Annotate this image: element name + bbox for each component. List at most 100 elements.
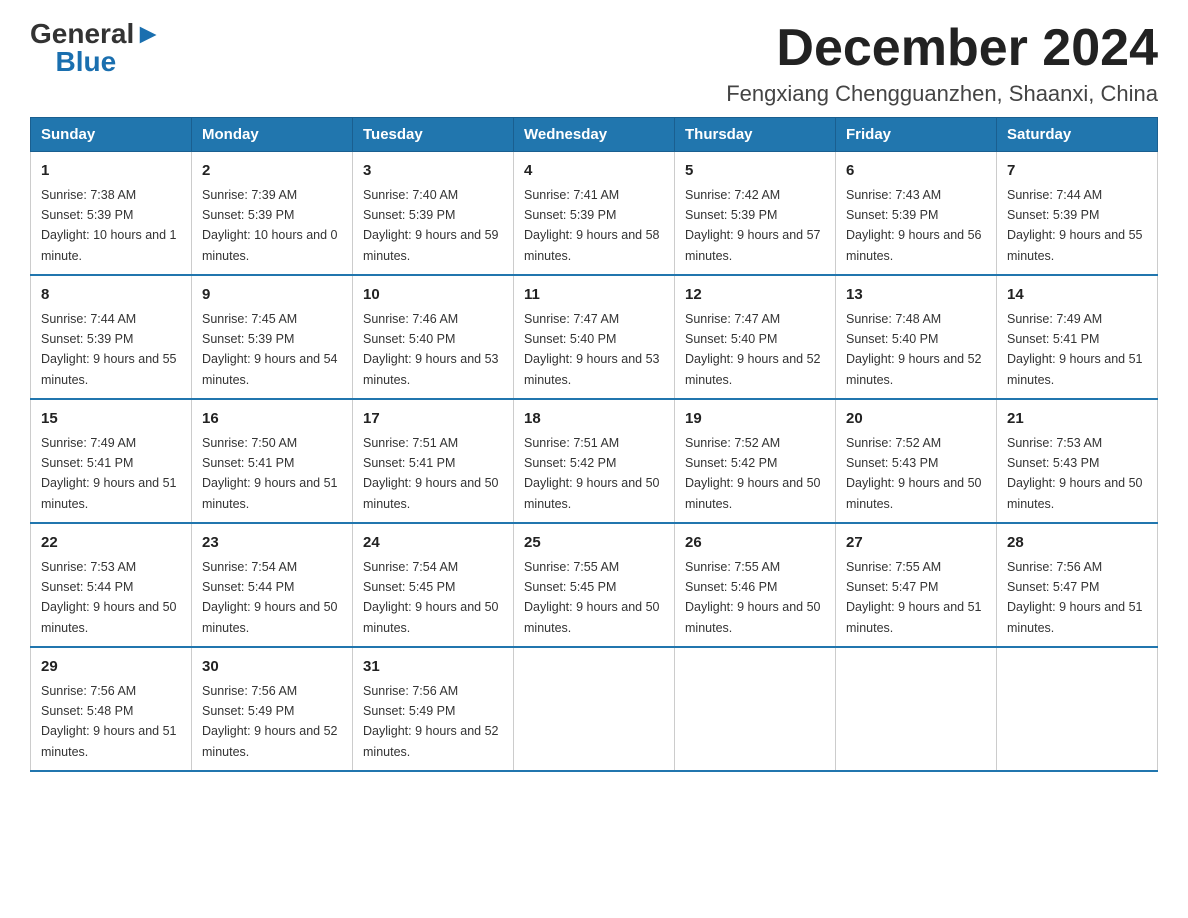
day-number: 26 <box>685 532 825 555</box>
col-friday: Friday <box>836 118 997 152</box>
month-title: December 2024 <box>726 20 1158 77</box>
calendar-cell: 31 Sunrise: 7:56 AMSunset: 5:49 PMDayligh… <box>353 647 514 771</box>
calendar-cell <box>997 647 1158 771</box>
day-number: 20 <box>846 408 986 431</box>
calendar-cell: 8 Sunrise: 7:44 AMSunset: 5:39 PMDaylight… <box>31 275 192 399</box>
day-number: 16 <box>202 408 342 431</box>
day-info: Sunrise: 7:45 AMSunset: 5:39 PMDaylight:… <box>202 312 338 387</box>
day-number: 3 <box>363 160 503 183</box>
day-info: Sunrise: 7:42 AMSunset: 5:39 PMDaylight:… <box>685 188 821 263</box>
day-number: 11 <box>524 284 664 307</box>
calendar-week-row: 1 Sunrise: 7:38 AMSunset: 5:39 PMDaylight… <box>31 152 1158 276</box>
day-info: Sunrise: 7:51 AMSunset: 5:42 PMDaylight:… <box>524 436 660 511</box>
calendar-cell: 21 Sunrise: 7:53 AMSunset: 5:43 PMDayligh… <box>997 399 1158 523</box>
day-info: Sunrise: 7:53 AMSunset: 5:43 PMDaylight:… <box>1007 436 1143 511</box>
day-number: 31 <box>363 656 503 679</box>
day-info: Sunrise: 7:56 AMSunset: 5:48 PMDaylight:… <box>41 684 177 759</box>
day-number: 10 <box>363 284 503 307</box>
logo-general-text: General► <box>30 20 162 48</box>
calendar-cell: 4Sunrise: 7:41 AMSunset: 5:39 PMDaylight… <box>514 152 675 276</box>
calendar-cell <box>514 647 675 771</box>
day-info: Sunrise: 7:39 AMSunset: 5:39 PMDaylight:… <box>202 188 338 263</box>
calendar-cell: 11 Sunrise: 7:47 AMSunset: 5:40 PMDayligh… <box>514 275 675 399</box>
day-info: Sunrise: 7:44 AMSunset: 5:39 PMDaylight:… <box>41 312 177 387</box>
calendar-cell: 24 Sunrise: 7:54 AMSunset: 5:45 PMDayligh… <box>353 523 514 647</box>
calendar-cell: 19 Sunrise: 7:52 AMSunset: 5:42 PMDayligh… <box>675 399 836 523</box>
day-info: Sunrise: 7:41 AMSunset: 5:39 PMDaylight:… <box>524 188 660 263</box>
day-number: 5 <box>685 160 825 183</box>
calendar-cell: 29 Sunrise: 7:56 AMSunset: 5:48 PMDayligh… <box>31 647 192 771</box>
calendar-week-row: 8 Sunrise: 7:44 AMSunset: 5:39 PMDaylight… <box>31 275 1158 399</box>
day-info: Sunrise: 7:40 AMSunset: 5:39 PMDaylight:… <box>363 188 499 263</box>
day-info: Sunrise: 7:47 AMSunset: 5:40 PMDaylight:… <box>524 312 660 387</box>
calendar-cell <box>836 647 997 771</box>
calendar-cell: 14Sunrise: 7:49 AMSunset: 5:41 PMDayligh… <box>997 275 1158 399</box>
day-info: Sunrise: 7:55 AMSunset: 5:45 PMDaylight:… <box>524 560 660 635</box>
calendar-cell: 2 Sunrise: 7:39 AMSunset: 5:39 PMDaylight… <box>192 152 353 276</box>
day-info: Sunrise: 7:55 AMSunset: 5:47 PMDaylight:… <box>846 560 982 635</box>
col-monday: Monday <box>192 118 353 152</box>
day-info: Sunrise: 7:54 AMSunset: 5:44 PMDaylight:… <box>202 560 338 635</box>
day-number: 21 <box>1007 408 1147 431</box>
calendar-cell: 5 Sunrise: 7:42 AMSunset: 5:39 PMDaylight… <box>675 152 836 276</box>
calendar-cell: 12 Sunrise: 7:47 AMSunset: 5:40 PMDayligh… <box>675 275 836 399</box>
logo-blue-text: Blue <box>40 48 116 76</box>
day-info: Sunrise: 7:43 AMSunset: 5:39 PMDaylight:… <box>846 188 982 263</box>
calendar-cell: 16Sunrise: 7:50 AMSunset: 5:41 PMDayligh… <box>192 399 353 523</box>
day-info: Sunrise: 7:52 AMSunset: 5:42 PMDaylight:… <box>685 436 821 511</box>
day-info: Sunrise: 7:54 AMSunset: 5:45 PMDaylight:… <box>363 560 499 635</box>
day-number: 18 <box>524 408 664 431</box>
calendar-cell: 9 Sunrise: 7:45 AMSunset: 5:39 PMDaylight… <box>192 275 353 399</box>
day-number: 8 <box>41 284 181 307</box>
day-number: 12 <box>685 284 825 307</box>
calendar-week-row: 15 Sunrise: 7:49 AMSunset: 5:41 PMDayligh… <box>31 399 1158 523</box>
day-info: Sunrise: 7:56 AMSunset: 5:47 PMDaylight:… <box>1007 560 1143 635</box>
day-info: Sunrise: 7:47 AMSunset: 5:40 PMDaylight:… <box>685 312 821 387</box>
calendar-cell: 28Sunrise: 7:56 AMSunset: 5:47 PMDayligh… <box>997 523 1158 647</box>
col-sunday: Sunday <box>31 118 192 152</box>
calendar-table: Sunday Monday Tuesday Wednesday Thursday… <box>30 117 1158 772</box>
day-info: Sunrise: 7:55 AMSunset: 5:46 PMDaylight:… <box>685 560 821 635</box>
day-info: Sunrise: 7:46 AMSunset: 5:40 PMDaylight:… <box>363 312 499 387</box>
logo: General► Blue <box>30 20 162 76</box>
calendar-cell: 27Sunrise: 7:55 AMSunset: 5:47 PMDayligh… <box>836 523 997 647</box>
day-number: 30 <box>202 656 342 679</box>
calendar-cell: 6 Sunrise: 7:43 AMSunset: 5:39 PMDaylight… <box>836 152 997 276</box>
day-number: 1 <box>41 160 181 183</box>
calendar-cell: 20 Sunrise: 7:52 AMSunset: 5:43 PMDayligh… <box>836 399 997 523</box>
calendar-cell <box>675 647 836 771</box>
day-info: Sunrise: 7:38 AMSunset: 5:39 PMDaylight:… <box>41 188 177 263</box>
day-info: Sunrise: 7:53 AMSunset: 5:44 PMDaylight:… <box>41 560 177 635</box>
day-info: Sunrise: 7:56 AMSunset: 5:49 PMDaylight:… <box>363 684 499 759</box>
col-thursday: Thursday <box>675 118 836 152</box>
calendar-header: Sunday Monday Tuesday Wednesday Thursday… <box>31 118 1158 152</box>
day-number: 22 <box>41 532 181 555</box>
col-wednesday: Wednesday <box>514 118 675 152</box>
day-number: 24 <box>363 532 503 555</box>
day-info: Sunrise: 7:44 AMSunset: 5:39 PMDaylight:… <box>1007 188 1143 263</box>
day-number: 15 <box>41 408 181 431</box>
calendar-cell: 7 Sunrise: 7:44 AMSunset: 5:39 PMDaylight… <box>997 152 1158 276</box>
col-tuesday: Tuesday <box>353 118 514 152</box>
calendar-cell: 26 Sunrise: 7:55 AMSunset: 5:46 PMDayligh… <box>675 523 836 647</box>
day-number: 9 <box>202 284 342 307</box>
calendar-cell: 1 Sunrise: 7:38 AMSunset: 5:39 PMDaylight… <box>31 152 192 276</box>
day-number: 7 <box>1007 160 1147 183</box>
day-info: Sunrise: 7:52 AMSunset: 5:43 PMDaylight:… <box>846 436 982 511</box>
calendar-cell: 30Sunrise: 7:56 AMSunset: 5:49 PMDayligh… <box>192 647 353 771</box>
day-info: Sunrise: 7:49 AMSunset: 5:41 PMDaylight:… <box>41 436 177 511</box>
day-number: 29 <box>41 656 181 679</box>
calendar-week-row: 22 Sunrise: 7:53 AMSunset: 5:44 PMDayligh… <box>31 523 1158 647</box>
day-number: 6 <box>846 160 986 183</box>
title-block: December 2024 Fengxiang Chengguanzhen, S… <box>726 20 1158 107</box>
calendar-cell: 25Sunrise: 7:55 AMSunset: 5:45 PMDayligh… <box>514 523 675 647</box>
calendar-cell: 15 Sunrise: 7:49 AMSunset: 5:41 PMDayligh… <box>31 399 192 523</box>
location-title: Fengxiang Chengguanzhen, Shaanxi, China <box>726 81 1158 107</box>
day-info: Sunrise: 7:49 AMSunset: 5:41 PMDaylight:… <box>1007 312 1143 387</box>
day-number: 17 <box>363 408 503 431</box>
day-number: 23 <box>202 532 342 555</box>
day-number: 2 <box>202 160 342 183</box>
calendar-cell: 17Sunrise: 7:51 AMSunset: 5:41 PMDayligh… <box>353 399 514 523</box>
day-number: 19 <box>685 408 825 431</box>
calendar-cell: 10 Sunrise: 7:46 AMSunset: 5:40 PMDayligh… <box>353 275 514 399</box>
